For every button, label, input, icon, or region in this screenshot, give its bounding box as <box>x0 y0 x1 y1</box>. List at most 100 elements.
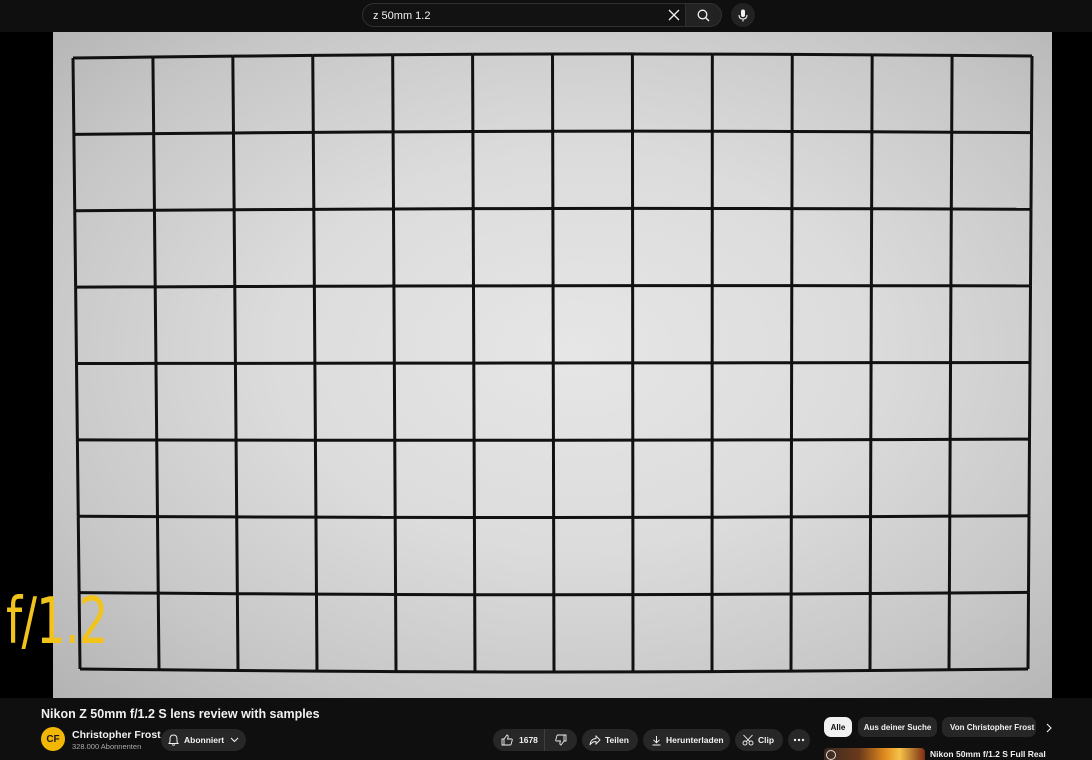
grid-line-vertical <box>156 593 161 670</box>
grid-line-vertical <box>314 517 318 595</box>
grid-line-vertical <box>76 516 81 593</box>
grid-line-horizontal <box>158 668 239 672</box>
grid-line-vertical <box>75 439 80 517</box>
grid-line-horizontal <box>312 53 393 57</box>
video-frame <box>53 32 1052 698</box>
clear-icon <box>668 9 680 21</box>
more-actions-button[interactable] <box>788 729 810 751</box>
search-icon <box>697 9 710 21</box>
channel-name[interactable]: Christopher Frost <box>72 729 161 741</box>
chips-next-button[interactable] <box>1040 719 1058 737</box>
like-dislike-group: 1678 <box>493 729 577 751</box>
video-title: Nikon Z 50mm f/1.2 S lens review with sa… <box>41 707 320 721</box>
grid-line-vertical <box>154 363 159 441</box>
grid-line-horizontal <box>233 130 314 135</box>
download-button[interactable]: Herunterladen <box>643 729 730 751</box>
dislike-icon <box>554 734 566 746</box>
like-button[interactable]: 1678 <box>493 729 545 751</box>
grid-line-horizontal <box>313 130 394 134</box>
grid-line-horizontal <box>158 591 238 596</box>
subscribe-button[interactable]: Abonniert <box>161 729 246 751</box>
search-box[interactable] <box>362 3 685 27</box>
search-button[interactable] <box>685 3 722 27</box>
grid-line-vertical <box>155 439 159 517</box>
dislike-button[interactable] <box>545 729 576 751</box>
grid-line-horizontal <box>870 591 950 596</box>
voice-search-button[interactable] <box>731 3 755 27</box>
microphone-icon <box>738 9 748 21</box>
grid-line-vertical <box>71 57 76 135</box>
chip-all[interactable]: Alle <box>824 717 852 737</box>
bell-icon <box>168 734 179 746</box>
download-icon <box>652 735 661 745</box>
grid-line-vertical <box>234 440 239 517</box>
grid-line-vertical <box>1027 515 1031 593</box>
chip-from-channel[interactable]: Von Christopher Frost <box>942 717 1036 737</box>
grid-line-horizontal <box>952 53 1033 58</box>
download-label: Herunterladen <box>666 735 724 745</box>
grid-line-vertical <box>153 286 158 364</box>
grid-line-vertical <box>232 209 237 287</box>
grid-line-vertical <box>231 56 235 133</box>
grid-line-horizontal <box>949 590 1029 595</box>
grid-line-vertical <box>235 516 239 594</box>
channel-avatar[interactable]: CF <box>41 727 65 751</box>
aperture-overlay: f/1.2 <box>6 585 108 659</box>
grid-line-vertical <box>1026 592 1030 670</box>
grid-line-vertical <box>74 287 78 364</box>
grid-line-vertical <box>231 132 236 210</box>
grid-line-vertical <box>1027 439 1031 516</box>
video-player[interactable]: f/1.2 <box>0 32 1092 698</box>
grid-line-horizontal <box>872 53 953 57</box>
recommendation-thumbnail[interactable] <box>824 748 925 760</box>
grid-line-vertical <box>152 210 157 287</box>
like-count: 1678 <box>519 735 538 745</box>
camera-icon <box>826 750 836 760</box>
grid-line-vertical <box>311 55 315 133</box>
grid-line-vertical <box>313 440 318 518</box>
like-icon <box>501 734 513 746</box>
grid-line-horizontal <box>869 668 950 672</box>
share-button[interactable]: Teilen <box>582 729 638 751</box>
masthead <box>0 0 1092 32</box>
grid-line-vertical <box>235 593 240 671</box>
recommendation-title[interactable]: Nikon 50mm f/1.2 S Full Real <box>930 749 1046 759</box>
grid-line-vertical <box>152 133 156 211</box>
grid-line-vertical <box>313 363 317 441</box>
grid-line-vertical <box>233 363 238 441</box>
chevron-down-icon <box>230 737 239 743</box>
grid-line-horizontal <box>74 208 155 213</box>
grid-line-vertical <box>314 594 319 672</box>
share-icon <box>589 734 601 745</box>
grid-line-horizontal <box>72 55 153 60</box>
chip-from-your-search[interactable]: Aus deiner Suche <box>858 717 937 737</box>
clip-button[interactable]: Clip <box>735 729 783 751</box>
grid-line-vertical <box>1030 55 1034 133</box>
subscribe-label: Abonniert <box>184 735 225 745</box>
grid-line-horizontal <box>232 53 313 58</box>
search-input[interactable] <box>373 7 653 25</box>
subscriber-count: 328.000 Abonnenten <box>72 742 142 751</box>
grid-line-vertical <box>1028 285 1032 363</box>
grid-line-horizontal <box>152 54 233 59</box>
grid-line-horizontal <box>948 667 1029 672</box>
grid-line-horizontal <box>79 667 160 672</box>
grid-line-vertical <box>312 209 316 287</box>
grid-line-vertical <box>151 57 156 134</box>
grid-line-vertical <box>73 210 78 288</box>
grid-line-vertical <box>1029 132 1033 210</box>
grid-line-horizontal <box>153 131 234 136</box>
grid-line-vertical <box>311 132 316 210</box>
share-label: Teilen <box>605 735 629 745</box>
grid-line-horizontal <box>790 669 871 673</box>
chevron-right-icon <box>1046 723 1052 733</box>
grid-line-vertical <box>1029 209 1033 286</box>
test-chart-grid <box>71 52 1034 674</box>
grid-line-horizontal <box>73 132 154 136</box>
grid-line-vertical <box>1028 362 1032 440</box>
grid-line-horizontal <box>237 669 318 673</box>
clip-label: Clip <box>758 735 775 745</box>
clear-search-button[interactable] <box>664 5 684 25</box>
grid-line-vertical <box>155 516 160 594</box>
grid-line-vertical <box>312 286 317 364</box>
